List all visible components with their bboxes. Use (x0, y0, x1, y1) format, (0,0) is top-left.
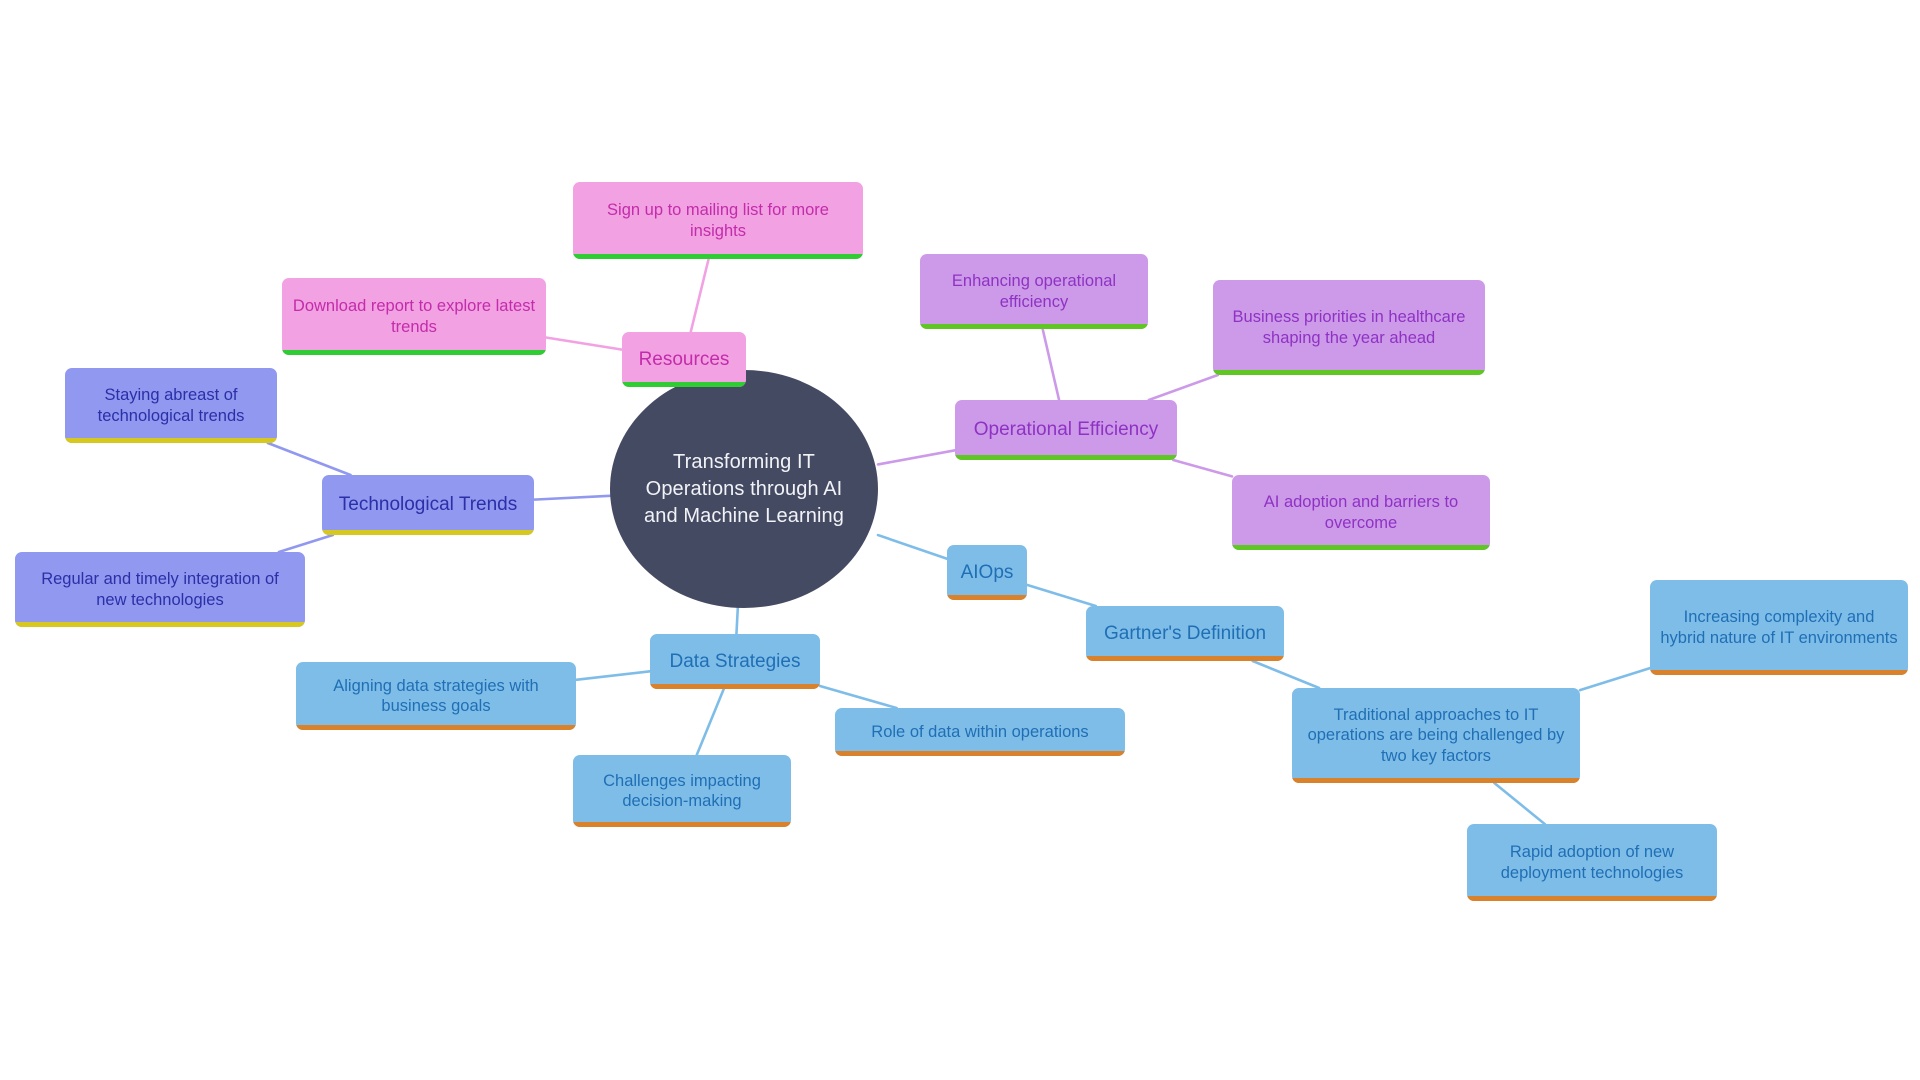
branch-node-resources-label: Resources (638, 348, 730, 370)
edge-technological-trends-to-regular-integration (277, 533, 335, 554)
edge-traditional-approaches-challenged-to-increasing-complexity-hybrid (1578, 666, 1652, 692)
leaf-node-enhancing-operational-efficiency-label: Enhancing operational efficiency (951, 272, 1117, 311)
leaf-node-challenges-decision-making-label: Challenges impacting decision-making (603, 771, 761, 810)
leaf-node-enhancing-operational-efficiency[interactable]: Enhancing operational efficiency (920, 254, 1148, 329)
leaf-node-gartner-definition-label: Gartner's Definition (1103, 622, 1267, 644)
edge-data-strategies-to-aligning-data-strategies (574, 670, 652, 682)
edge-root-to-aiops (876, 533, 949, 561)
branch-node-data-strategies-label: Data Strategies (669, 650, 801, 672)
leaf-node-gartner-definition[interactable]: Gartner's Definition (1086, 606, 1284, 661)
branch-node-resources[interactable]: Resources (622, 332, 746, 387)
edge-aiops-to-gartner-definition (1025, 583, 1098, 608)
root-node-label: Transforming IT Operations through AI an… (644, 450, 844, 527)
edge-technological-trends-to-staying-abreast (266, 441, 352, 477)
edge-operational-efficiency-to-enhancing-operational-efficiency (1041, 327, 1061, 402)
leaf-node-rapid-adoption-deployment-label: Rapid adoption of new deployment technol… (1500, 843, 1684, 882)
edge-resources-to-sign-up-mailing-list (689, 257, 710, 334)
edge-root-to-operational-efficiency (876, 449, 957, 466)
branch-node-aiops[interactable]: AIOps (947, 545, 1027, 600)
leaf-node-increasing-complexity-hybrid[interactable]: Increasing complexity and hybrid nature … (1650, 580, 1908, 675)
leaf-node-aligning-data-strategies-label: Aligning data strategies with business g… (333, 676, 539, 715)
leaf-node-staying-abreast[interactable]: Staying abreast of technological trends (65, 368, 277, 443)
leaf-node-sign-up-mailing-list[interactable]: Sign up to mailing list for more insight… (573, 182, 863, 259)
branch-node-operational-efficiency-label: Operational Efficiency (973, 419, 1159, 441)
edge-data-strategies-to-challenges-decision-making (695, 687, 726, 757)
leaf-node-regular-integration[interactable]: Regular and timely integration of new te… (15, 552, 305, 627)
root-node[interactable]: Transforming IT Operations through AI an… (610, 370, 878, 608)
leaf-node-aligning-data-strategies[interactable]: Aligning data strategies with business g… (296, 662, 576, 730)
leaf-node-role-of-data[interactable]: Role of data within operations (835, 708, 1125, 756)
branch-node-aiops-label: AIOps (960, 561, 1014, 583)
leaf-node-ai-adoption-barriers[interactable]: AI adoption and barriers to overcome (1232, 475, 1490, 550)
leaf-node-staying-abreast-label: Staying abreast of technological trends (97, 386, 245, 425)
leaf-node-download-report[interactable]: Download report to explore latest trends (282, 278, 546, 355)
leaf-node-business-priorities-healthcare-label: Business priorities in healthcare shapin… (1232, 308, 1466, 347)
leaf-node-business-priorities-healthcare[interactable]: Business priorities in healthcare shapin… (1213, 280, 1485, 375)
edge-root-to-data-strategies (735, 606, 740, 636)
edge-data-strategies-to-role-of-data (818, 684, 898, 710)
leaf-node-traditional-approaches-challenged[interactable]: Traditional approaches to IT operations … (1292, 688, 1580, 783)
leaf-node-ai-adoption-barriers-label: AI adoption and barriers to overcome (1263, 493, 1459, 532)
leaf-node-rapid-adoption-deployment[interactable]: Rapid adoption of new deployment technol… (1467, 824, 1717, 901)
leaf-node-download-report-label: Download report to explore latest trends (292, 297, 536, 336)
edge-operational-efficiency-to-business-priorities-healthcare (1147, 373, 1220, 402)
leaf-node-traditional-approaches-challenged-label: Traditional approaches to IT operations … (1307, 706, 1565, 765)
leaf-node-regular-integration-label: Regular and timely integration of new te… (41, 570, 279, 609)
edge-layer (266, 257, 1652, 826)
branch-node-data-strategies[interactable]: Data Strategies (650, 634, 820, 689)
branch-node-technological-trends-label: Technological Trends (338, 494, 518, 516)
edge-traditional-approaches-challenged-to-rapid-adoption-deployment (1493, 781, 1547, 826)
edge-gartner-definition-to-traditional-approaches-challenged (1251, 659, 1321, 690)
edge-resources-to-download-report (544, 336, 624, 351)
mindmap-canvas: Transforming IT Operations through AI an… (0, 0, 1920, 1080)
branch-node-operational-efficiency[interactable]: Operational Efficiency (955, 400, 1177, 460)
leaf-node-challenges-decision-making[interactable]: Challenges impacting decision-making (573, 755, 791, 827)
branch-node-technological-trends[interactable]: Technological Trends (322, 475, 534, 535)
leaf-node-role-of-data-label: Role of data within operations (871, 722, 1089, 741)
leaf-node-sign-up-mailing-list-label: Sign up to mailing list for more insight… (607, 201, 829, 240)
edge-root-to-technological-trends (532, 494, 612, 501)
edge-operational-efficiency-to-ai-adoption-barriers (1171, 458, 1234, 478)
leaf-node-increasing-complexity-hybrid-label: Increasing complexity and hybrid nature … (1660, 608, 1898, 647)
